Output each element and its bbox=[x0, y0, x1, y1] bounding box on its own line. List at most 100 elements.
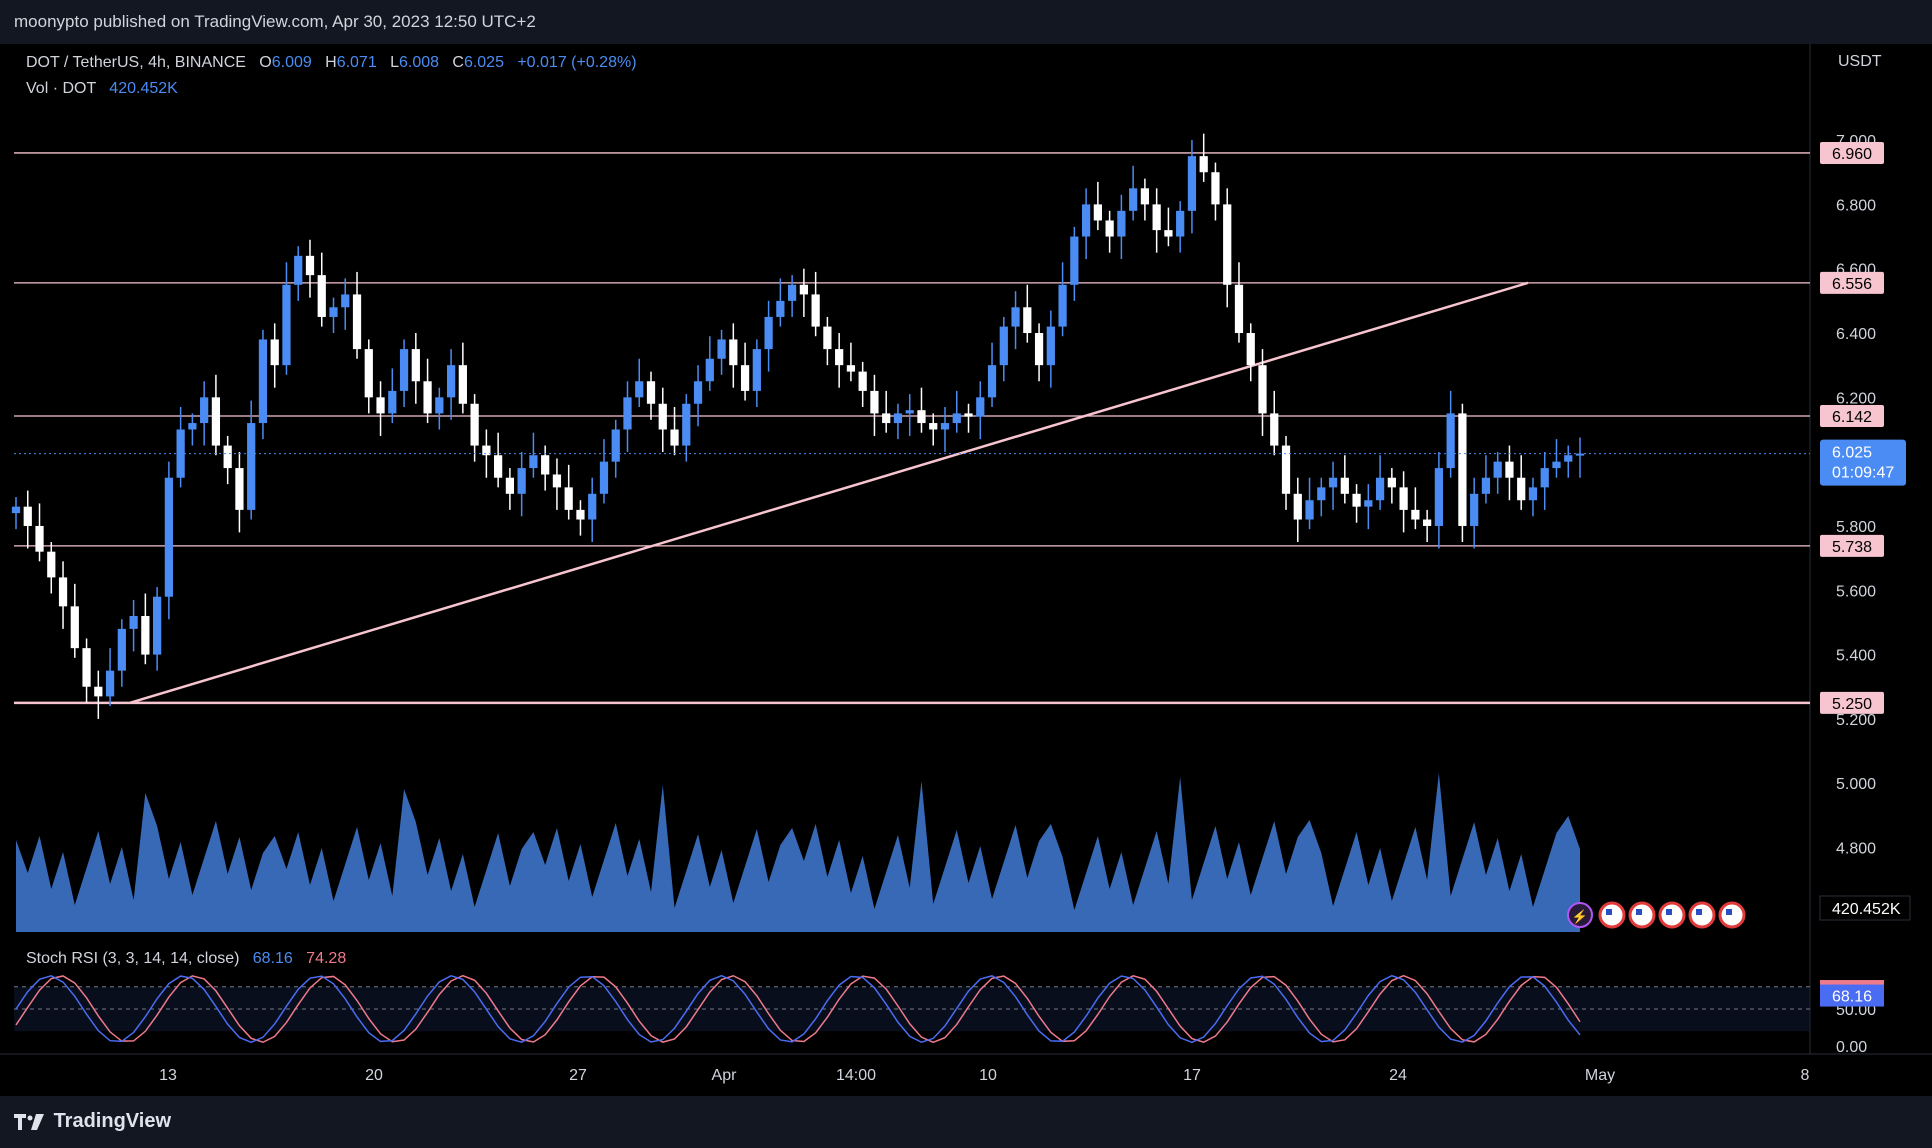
time-tick-label: 8 bbox=[1801, 1067, 1810, 1084]
candle bbox=[294, 255, 303, 285]
stoch-legend: Stoch RSI (3, 3, 14, 14, close) 68.16 74… bbox=[26, 950, 346, 968]
level-price-label: 6.142 bbox=[1832, 409, 1872, 426]
top-bar: moonypto published on TradingView.com, A… bbox=[0, 0, 1932, 44]
candle bbox=[1270, 413, 1279, 446]
candle bbox=[905, 410, 914, 414]
stoch-label[interactable]: Stoch RSI (3, 3, 14, 14, close) bbox=[26, 950, 239, 967]
ohlc-legend: DOT / TetherUS, 4h, BINANCE O6.009 H6.07… bbox=[26, 54, 637, 71]
candle bbox=[1564, 455, 1573, 462]
currency-label: USDT bbox=[1838, 53, 1882, 70]
candle bbox=[823, 326, 832, 350]
candle bbox=[1046, 326, 1055, 366]
stoch-k-value: 68.16 bbox=[252, 950, 293, 967]
candle bbox=[541, 455, 550, 475]
tradingview-logo-icon bbox=[14, 1113, 44, 1130]
open-value: 6.009 bbox=[271, 54, 312, 71]
candle bbox=[1470, 493, 1479, 526]
candle bbox=[1540, 468, 1549, 488]
candle bbox=[1387, 477, 1396, 488]
candle bbox=[717, 339, 726, 359]
candle bbox=[1364, 500, 1373, 507]
candle bbox=[1093, 204, 1102, 221]
candle bbox=[1352, 493, 1361, 507]
candle bbox=[435, 397, 444, 414]
time-tick-label: 10 bbox=[979, 1067, 997, 1084]
price-tick-label: 5.600 bbox=[1836, 583, 1876, 600]
stoch-d-value: 74.28 bbox=[306, 950, 347, 967]
candle bbox=[564, 487, 573, 510]
time-tick-label: 27 bbox=[569, 1067, 587, 1084]
candle bbox=[1446, 413, 1455, 469]
candle bbox=[1340, 477, 1349, 494]
candle bbox=[458, 365, 467, 404]
candle bbox=[317, 275, 326, 317]
candle bbox=[329, 307, 338, 317]
candle bbox=[1375, 477, 1385, 501]
candle bbox=[1129, 188, 1138, 211]
candle bbox=[23, 506, 32, 526]
candle bbox=[740, 365, 750, 391]
high-value: 6.071 bbox=[336, 54, 377, 71]
candle bbox=[94, 686, 103, 697]
candle bbox=[105, 670, 115, 697]
candle bbox=[999, 326, 1008, 366]
time-tick-label: 14:00 bbox=[836, 1067, 876, 1084]
candle bbox=[247, 423, 256, 510]
candle bbox=[1105, 220, 1114, 237]
candle bbox=[1246, 333, 1255, 366]
event-icons-group: ⚡ bbox=[1567, 901, 1746, 929]
chart-area[interactable]: USDT7.0006.8006.6006.4006.2006.0005.8005… bbox=[0, 44, 1932, 1096]
last-price-label: 6.025 bbox=[1832, 445, 1872, 462]
candle bbox=[799, 284, 808, 295]
candle bbox=[1423, 519, 1432, 526]
candle bbox=[976, 397, 985, 417]
time-tick-label: 17 bbox=[1183, 1067, 1201, 1084]
tradingview-logo[interactable]: TradingView bbox=[14, 1110, 171, 1133]
candle bbox=[952, 413, 961, 424]
candle bbox=[11, 506, 21, 514]
candle bbox=[1411, 509, 1420, 520]
candle bbox=[764, 316, 773, 350]
price-tick-label: 5.400 bbox=[1836, 648, 1876, 665]
candle bbox=[282, 284, 291, 366]
candle bbox=[1493, 461, 1502, 478]
candle bbox=[611, 429, 620, 462]
countdown-label: 01:09:47 bbox=[1832, 465, 1894, 482]
candle bbox=[1281, 445, 1291, 494]
candle bbox=[423, 381, 432, 414]
time-tick-label: 20 bbox=[365, 1067, 383, 1084]
candle bbox=[223, 445, 232, 469]
candle bbox=[211, 397, 221, 446]
time-tick-label: 13 bbox=[159, 1067, 177, 1084]
candle bbox=[388, 390, 397, 414]
price-tick-label: 6.800 bbox=[1836, 197, 1876, 214]
candle bbox=[1058, 284, 1067, 327]
candle bbox=[1517, 477, 1526, 501]
candle bbox=[35, 525, 44, 552]
price-tick-label: 5.000 bbox=[1836, 776, 1876, 793]
candle bbox=[917, 410, 926, 424]
stoch-k-badge-label: 68.16 bbox=[1832, 989, 1872, 1006]
price-tick-label: 6.200 bbox=[1836, 390, 1876, 407]
candle bbox=[364, 349, 373, 398]
candle bbox=[376, 397, 385, 414]
volume-label[interactable]: Vol · DOT bbox=[26, 80, 96, 97]
candle bbox=[1528, 487, 1538, 501]
time-tick-label: May bbox=[1585, 1067, 1615, 1084]
candle bbox=[152, 596, 162, 655]
candle bbox=[258, 339, 268, 424]
time-tick-label: Apr bbox=[712, 1067, 738, 1084]
candle bbox=[1011, 307, 1020, 327]
candle bbox=[129, 616, 138, 629]
price-chart[interactable]: USDT7.0006.8006.6006.4006.2006.0005.8005… bbox=[0, 44, 1932, 1096]
candle bbox=[1305, 500, 1314, 520]
us-flag-canton bbox=[1606, 909, 1612, 915]
candle bbox=[117, 628, 126, 671]
candle bbox=[552, 474, 562, 488]
candle bbox=[411, 349, 420, 382]
symbol-label[interactable]: DOT / TetherUS, 4h, BINANCE bbox=[26, 54, 246, 71]
us-flag-canton bbox=[1726, 909, 1732, 915]
candle bbox=[1258, 365, 1267, 414]
candle bbox=[270, 339, 279, 366]
us-flag-canton bbox=[1636, 909, 1642, 915]
